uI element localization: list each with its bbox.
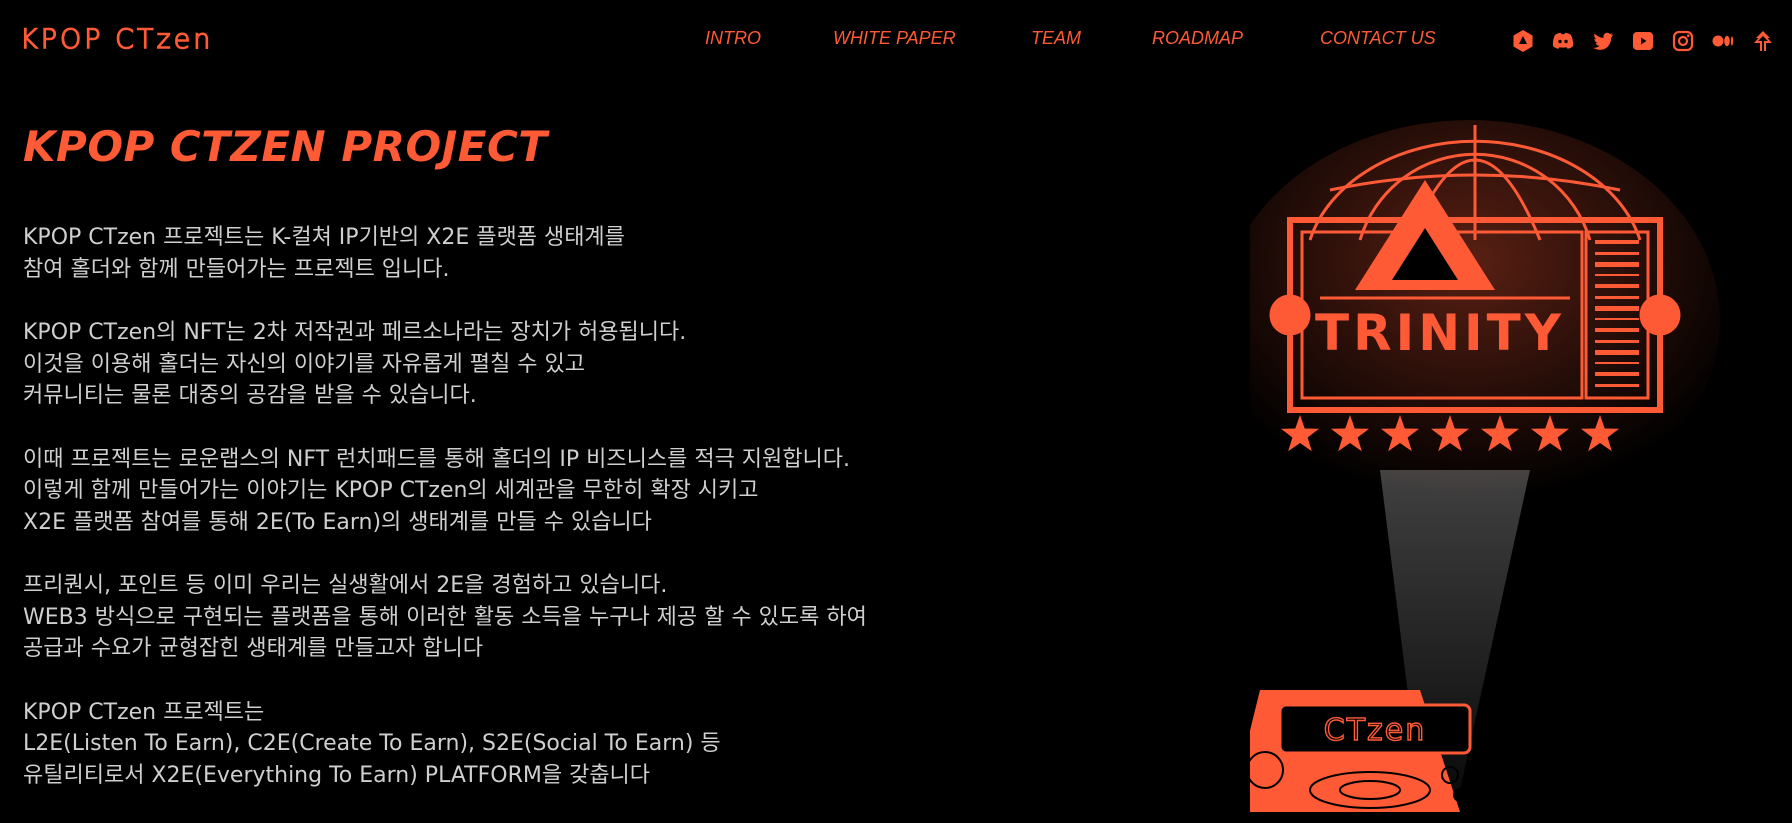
paragraph: KPOP CTzen의 NFT는 2차 저작권과 페르소나라는 장치가 허용됩니… <box>23 317 973 412</box>
paragraph: 이때 프로젝트는 로운랩스의 NFT 런치패드를 통해 홀더의 IP 비즈니스를… <box>23 444 973 539</box>
text-line: 참여 홀더와 함께 만들어가는 프로젝트 입니다. <box>23 256 450 282</box>
opensea-icon[interactable] <box>1510 28 1536 54</box>
text-line: KPOP CTzen 프로젝트는 <box>23 699 265 725</box>
text-line: 커뮤니티는 물론 대중의 공감을 받을 수 있습니다. <box>23 383 477 408</box>
text-line: 공급과 수요가 균형잡힌 생태계를 만들고자 합니다 <box>23 636 484 661</box>
ticket-label: TRINITY <box>1315 304 1565 362</box>
text-line: 이렇게 함께 만들어가는 이야기는 KPOP CTzen의 세계관을 무한히 확… <box>23 478 759 503</box>
discord-icon[interactable] <box>1550 28 1576 54</box>
text-line: L2E(Listen To Earn), C2E(Create To Earn)… <box>23 731 721 756</box>
site-logo[interactable]: KPOP CTzen <box>19 22 280 63</box>
ctzen-device: CTzen <box>1230 690 1472 812</box>
device-label: CTzen <box>1324 713 1427 748</box>
text-line: KPOP CTzen의 NFT는 2차 저작권과 페르소나라는 장치가 허용됩니… <box>23 320 687 345</box>
nav-team[interactable]: TEAM <box>1031 28 1081 49</box>
text-line: 이것을 이용해 홀더는 자신의 이야기를 자유롭게 펼칠 수 있고 <box>23 351 585 377</box>
text-line: 유틸리티로서 X2E(Everything To Earn) PLATFORM을… <box>23 762 651 788</box>
svg-text:KPOP CTzen: KPOP CTzen <box>20 24 213 55</box>
paragraph: 프리퀀시, 포인트 등 이미 우리는 실생활에서 2E을 경험하고 있습니다. … <box>23 570 973 665</box>
twitter-icon[interactable] <box>1590 28 1616 54</box>
project-description: KPOP CTzen 프로젝트는 K-컬쳐 IP기반의 X2E 플랫폼 생태계를… <box>23 222 973 823</box>
youtube-icon[interactable] <box>1630 28 1656 54</box>
instagram-icon[interactable] <box>1670 28 1696 54</box>
text-line: 이때 프로젝트는 로운랩스의 NFT 런치패드를 통해 홀더의 IP 비즈니스를… <box>23 446 851 472</box>
page-title: KPOP CTZEN PROJECT <box>23 122 548 171</box>
nav-intro[interactable]: INTRO <box>705 28 761 49</box>
text-line: 프리퀀시, 포인트 등 이미 우리는 실생활에서 2E을 경험하고 있습니다. <box>23 573 668 598</box>
trinity-hologram-illustration: TRINITY CTzen <box>1220 110 1792 812</box>
text-line: KPOP CTzen 프로젝트는 K-컬쳐 IP기반의 X2E 플랫폼 생태계를 <box>23 225 625 250</box>
text-line: WEB3 방식으로 구현되는 플랫폼을 통해 이러한 활동 소득을 누구나 제공… <box>23 604 867 630</box>
paragraph: KPOP CTzen 프로젝트는 L2E(Listen To Earn), C2… <box>23 697 973 792</box>
nav-contact-us[interactable]: CONTACT US <box>1320 28 1436 49</box>
top-navigation-bar: KPOP CTzen INTRO WHITE PAPER TEAM ROADMA… <box>0 0 1792 80</box>
medium-icon[interactable] <box>1710 28 1736 54</box>
linktree-icon[interactable] <box>1750 28 1776 54</box>
text-line: X2E 플랫폼 참여를 통해 2E(To Earn)의 생태계를 만들 수 있습… <box>23 509 652 535</box>
nav-white-paper[interactable]: WHITE PAPER <box>833 28 956 49</box>
paragraph: KPOP CTzen 프로젝트는 K-컬쳐 IP기반의 X2E 플랫폼 생태계를… <box>23 222 973 285</box>
nav-roadmap[interactable]: ROADMAP <box>1152 28 1243 49</box>
